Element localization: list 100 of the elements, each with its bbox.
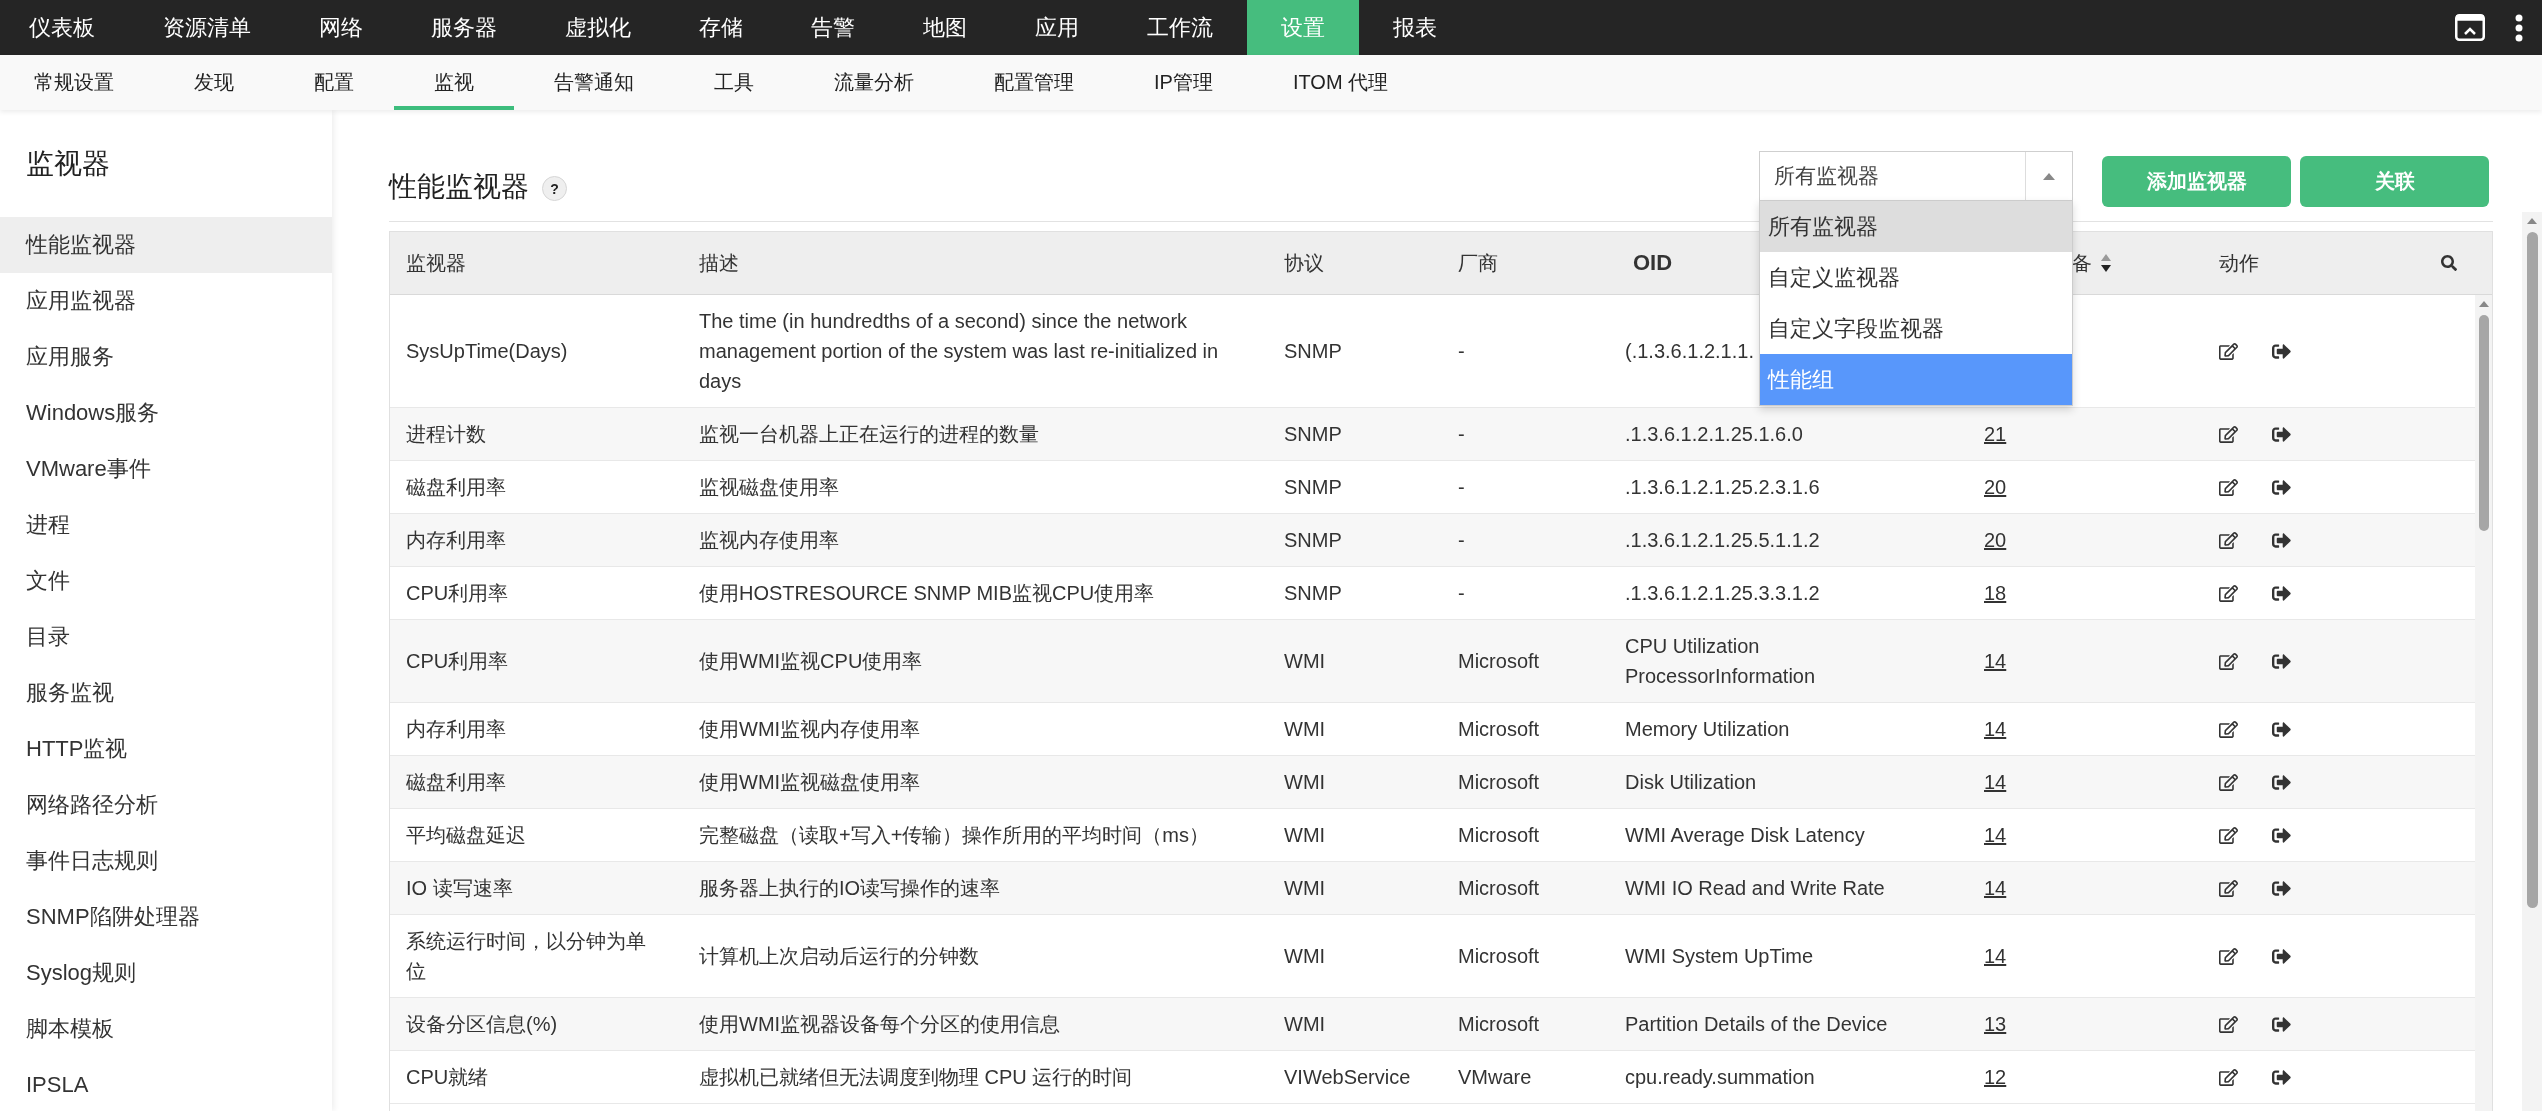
nav-tab[interactable]: 网络	[285, 0, 397, 55]
column-header: 动作	[2219, 250, 2259, 276]
edit-icon[interactable]	[2219, 477, 2238, 497]
sign-out-icon[interactable]	[2272, 424, 2291, 444]
edit-icon[interactable]	[2219, 719, 2238, 739]
device-count-link[interactable]: 14	[1984, 941, 2007, 971]
edit-icon[interactable]	[2219, 1014, 2238, 1034]
edit-icon[interactable]	[2219, 530, 2238, 550]
sign-out-icon[interactable]	[2272, 530, 2291, 550]
device-count-link[interactable]: 21	[1984, 419, 2007, 449]
device-count-link[interactable]: 20	[1984, 525, 2007, 555]
sidebar-item[interactable]: 目录	[0, 609, 332, 665]
sign-out-icon[interactable]	[2272, 1067, 2291, 1087]
sidebar-item[interactable]: 文件	[0, 553, 332, 609]
table-cell-text: .1.3.6.1.2.1.25.2.3.1.6	[1625, 475, 1820, 500]
sidebar-item[interactable]: Syslog规则	[0, 945, 332, 1001]
sidebar-item[interactable]: 性能监视器	[0, 217, 332, 273]
edit-icon[interactable]	[2219, 825, 2238, 845]
sidebar-item[interactable]: VMware事件	[0, 441, 332, 497]
scrollbar-track[interactable]	[2522, 212, 2542, 1111]
device-count-link[interactable]: 14	[1984, 767, 2007, 797]
sign-out-icon[interactable]	[2272, 878, 2291, 898]
device-count-link[interactable]: 13	[1984, 1009, 2007, 1039]
sign-out-icon[interactable]	[2272, 825, 2291, 845]
sidebar-item[interactable]: 进程	[0, 497, 332, 553]
scrollbar-thumb[interactable]	[2478, 315, 2489, 531]
sub-nav-tab[interactable]: 发现	[154, 55, 274, 110]
edit-icon[interactable]	[2219, 424, 2238, 444]
dropdown-option[interactable]: 自定义字段监视器	[1760, 303, 2072, 354]
edit-icon[interactable]	[2219, 1067, 2238, 1087]
table-cell-text: SNMP	[1284, 581, 1342, 606]
sidebar-item[interactable]: 网络路径分析	[0, 777, 332, 833]
nav-tab[interactable]: 地图	[889, 0, 1001, 55]
sidebar-item[interactable]: 服务监视	[0, 665, 332, 721]
scroll-up-icon[interactable]	[2478, 301, 2489, 307]
sub-nav-tab[interactable]: 配置管理	[954, 55, 1114, 110]
sort-icon[interactable]	[2100, 253, 2112, 273]
sub-nav-tab[interactable]: 配置	[274, 55, 394, 110]
table-cell-text: WMI	[1284, 944, 1326, 969]
scrollbar-thumb[interactable]	[2526, 232, 2538, 908]
sub-nav-tab[interactable]: 流量分析	[794, 55, 954, 110]
table-cell-text: Microsoft	[1458, 717, 1540, 742]
sidebar-item[interactable]: Windows服务	[0, 385, 332, 441]
nav-tab[interactable]: 应用	[1001, 0, 1113, 55]
scrollbar-track[interactable]	[2475, 295, 2492, 1111]
sign-out-icon[interactable]	[2272, 583, 2291, 603]
filter-select[interactable]: 所有监视器	[1759, 151, 2073, 201]
edit-icon[interactable]	[2219, 946, 2238, 966]
device-count-link[interactable]: 14	[1984, 820, 2007, 850]
scroll-up-icon[interactable]	[2527, 218, 2537, 224]
device-count-link[interactable]: 14	[1984, 873, 2007, 903]
sidebar-item[interactable]: HTTP监视	[0, 721, 332, 777]
nav-tab[interactable]: 资源清单	[129, 0, 285, 55]
device-count-link[interactable]: 20	[1984, 472, 2007, 502]
device-count-link[interactable]: 14	[1984, 646, 2007, 676]
help-button[interactable]: ?	[542, 176, 567, 201]
nav-tab[interactable]: 仪表板	[0, 0, 129, 55]
sidebar-item[interactable]: SNMP陷阱处理器	[0, 889, 332, 945]
sign-out-icon[interactable]	[2272, 651, 2291, 671]
sidebar-item[interactable]: 应用监视器	[0, 273, 332, 329]
device-count-link[interactable]: 14	[1984, 714, 2007, 744]
edit-icon[interactable]	[2219, 341, 2238, 361]
sub-nav-tab[interactable]: IP管理	[1114, 55, 1253, 110]
edit-icon[interactable]	[2219, 878, 2238, 898]
search-icon[interactable]	[2441, 255, 2457, 271]
sub-nav-tab[interactable]: ITOM 代理	[1252, 55, 1429, 110]
nav-tab[interactable]: 虚拟化	[531, 0, 665, 55]
sub-nav-tab[interactable]: 工具	[674, 55, 794, 110]
nav-tab[interactable]: 服务器	[397, 0, 531, 55]
table-cell-text: WMI	[1284, 1012, 1326, 1037]
sidebar-item[interactable]: 脚本模板	[0, 1001, 332, 1057]
device-count-link[interactable]: 12	[1984, 1062, 2007, 1092]
table-cell-text: Microsoft	[1458, 823, 1540, 848]
sidebar-title: 监视器	[26, 146, 110, 181]
nav-tab[interactable]: 告警	[777, 0, 889, 55]
dropdown-option[interactable]: 所有监视器	[1760, 201, 2072, 252]
device-count-link[interactable]: 18	[1984, 578, 2007, 608]
more-icon[interactable]	[2515, 13, 2523, 42]
dropdown-option[interactable]: 自定义监视器	[1760, 252, 2072, 303]
sign-out-icon[interactable]	[2272, 1014, 2291, 1034]
caret-up-icon[interactable]	[2043, 172, 2055, 180]
nav-tab[interactable]: 工作流	[1113, 0, 1247, 55]
sign-out-icon[interactable]	[2272, 772, 2291, 792]
sidebar-item[interactable]: 应用服务	[0, 329, 332, 385]
sign-out-icon[interactable]	[2272, 477, 2291, 497]
sign-out-icon[interactable]	[2272, 719, 2291, 739]
nav-tab[interactable]: 报表	[1359, 0, 1471, 55]
sub-nav-tab[interactable]: 告警通知	[514, 55, 674, 110]
edit-icon[interactable]	[2219, 772, 2238, 792]
sign-out-icon[interactable]	[2272, 946, 2291, 966]
sidebar-item[interactable]: IPSLA	[0, 1057, 332, 1111]
sign-out-icon[interactable]	[2272, 341, 2291, 361]
table-cell-text: WMI System UpTime	[1625, 944, 1814, 969]
nav-tab[interactable]: 存储	[665, 0, 777, 55]
sub-nav-tab[interactable]: 常规设置	[0, 55, 154, 110]
sidebar-item[interactable]: 事件日志规则	[0, 833, 332, 889]
window-icon[interactable]	[2455, 14, 2485, 41]
edit-icon[interactable]	[2219, 583, 2238, 603]
edit-icon[interactable]	[2219, 651, 2238, 671]
table-cell-text: SNMP	[1284, 339, 1342, 364]
